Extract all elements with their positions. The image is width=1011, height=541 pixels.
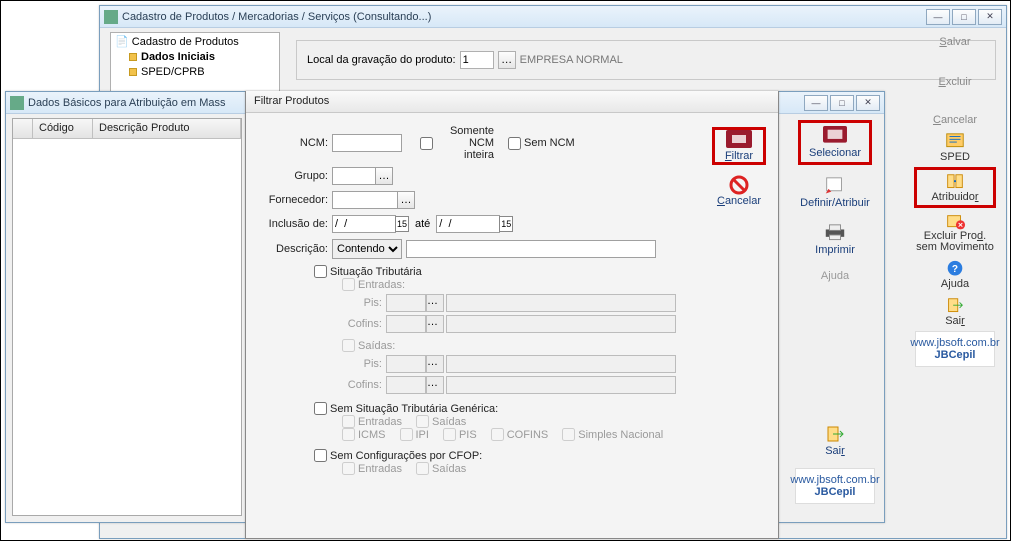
dialog-buttons: Filtrar Cancelar	[710, 127, 768, 207]
local-value-input[interactable]	[460, 51, 494, 69]
data-de-input[interactable]	[332, 215, 396, 233]
pis-sai-input	[386, 355, 426, 373]
calendar-icon[interactable]: 15	[499, 216, 513, 232]
atribuidor-button[interactable]: Atribuidor	[914, 167, 996, 208]
entradas-check: Entradas:	[342, 278, 694, 291]
grupo-input[interactable]	[332, 167, 376, 185]
filtrar-dialog: Filtrar Produtos NCM: Somente NCM inteir…	[245, 91, 779, 539]
imprimir-button[interactable]: Imprimir	[798, 220, 872, 259]
grupo-label: Grupo:	[254, 170, 328, 182]
descricao-label: Descrição:	[254, 243, 328, 255]
situacao-trib-check[interactable]: Situação Tributária	[314, 265, 694, 278]
local-label: Local da gravação do produto:	[307, 54, 456, 66]
sair-button-mass[interactable]: Sair	[798, 421, 872, 460]
ncm-label: NCM:	[254, 137, 328, 149]
col-descricao[interactable]: Descrição Produto	[93, 119, 241, 139]
descricao-input[interactable]	[406, 240, 656, 258]
excluir-button[interactable]: Excluir	[914, 74, 996, 90]
ncm-input[interactable]	[332, 134, 402, 152]
fornecedor-lookup[interactable]: …	[397, 191, 415, 209]
jbsoft-logo: www.jbsoft.com.brJBCepil	[915, 331, 995, 367]
sped-button[interactable]: SPED	[914, 130, 996, 165]
sem-cfop-check[interactable]: Sem Configurações por CFOP:	[314, 449, 694, 462]
col-codigo[interactable]: Código	[33, 119, 93, 139]
close-button[interactable]: ✕	[978, 9, 1002, 25]
cofins-sai-input	[386, 376, 426, 394]
maximize-button[interactable]: □	[830, 95, 854, 111]
somente-ncm-check[interactable]: Somente NCM inteira	[420, 125, 494, 161]
calendar-icon[interactable]: 15	[395, 216, 409, 232]
pis-ent-input	[386, 294, 426, 312]
app-icon	[104, 10, 118, 24]
inclusao-label: Inclusão de:	[254, 218, 328, 230]
cancelar-button[interactable]: Cancelar	[914, 112, 996, 128]
mass-toolbar: Selecionar Definir/Atribuir Imprimir Aju…	[796, 120, 874, 504]
tree-root[interactable]: 📄 Cadastro de Produtos	[115, 35, 275, 50]
descricao-mode-select[interactable]: Contendo	[332, 239, 402, 259]
fornecedor-label: Fornecedor:	[254, 194, 328, 206]
selecionar-button[interactable]: Selecionar	[798, 120, 872, 165]
tree-dados-iniciais[interactable]: Dados Iniciais	[115, 50, 275, 65]
ajuda-button[interactable]: ?Ajuda	[914, 257, 996, 292]
local-box: Local da gravação do produto: … EMPRESA …	[296, 40, 996, 80]
fornecedor-input[interactable]	[332, 191, 398, 209]
salvar-button[interactable]: SSalvaralvar	[914, 34, 996, 50]
minimize-button[interactable]: —	[926, 9, 950, 25]
data-ate-input[interactable]	[436, 215, 500, 233]
svg-text:?: ?	[952, 264, 958, 275]
ajuda-button-mass[interactable]: Ajuda	[798, 267, 872, 285]
main-right-toolbar: SSalvaralvar Excluir Cancelar SPED Atrib…	[912, 34, 998, 367]
cofins-ent-input	[386, 315, 426, 333]
local-desc: EMPRESA NORMAL	[520, 54, 623, 66]
sem-ncm-check[interactable]: Sem NCM	[508, 137, 582, 150]
cancelar-filtro-button[interactable]: Cancelar	[712, 175, 766, 207]
dialog-title: Filtrar Produtos	[246, 91, 778, 113]
maximize-button[interactable]: □	[952, 9, 976, 25]
excluir-prod-button[interactable]: Excluir Prod.sem Movimento	[914, 210, 996, 255]
main-titlebar: Cadastro de Produtos / Mercadorias / Ser…	[100, 6, 1006, 28]
definir-atribuir-button[interactable]: Definir/Atribuir	[798, 173, 872, 212]
grupo-lookup[interactable]: …	[375, 167, 393, 185]
sair-button[interactable]: Sair	[914, 294, 996, 329]
filtrar-button[interactable]: Filtrar	[712, 127, 766, 165]
tree-sped-cprb[interactable]: SPED/CPRB	[115, 65, 275, 80]
minimize-button[interactable]: —	[804, 95, 828, 111]
close-button[interactable]: ✕	[856, 95, 880, 111]
sem-sit-trib-check[interactable]: Sem Situação Tributária Genérica:	[314, 402, 694, 415]
main-title: Cadastro de Produtos / Mercadorias / Ser…	[122, 11, 926, 23]
app-icon	[10, 96, 24, 110]
product-grid[interactable]: Código Descrição Produto	[12, 118, 242, 516]
local-lookup-button[interactable]: …	[498, 51, 516, 69]
jbsoft-logo-mass: www.jbsoft.com.brJBCepil	[795, 468, 875, 504]
filter-form: NCM: Somente NCM inteira Sem NCM Grupo: …	[254, 125, 694, 475]
saidas-check: Saídas:	[342, 339, 694, 352]
